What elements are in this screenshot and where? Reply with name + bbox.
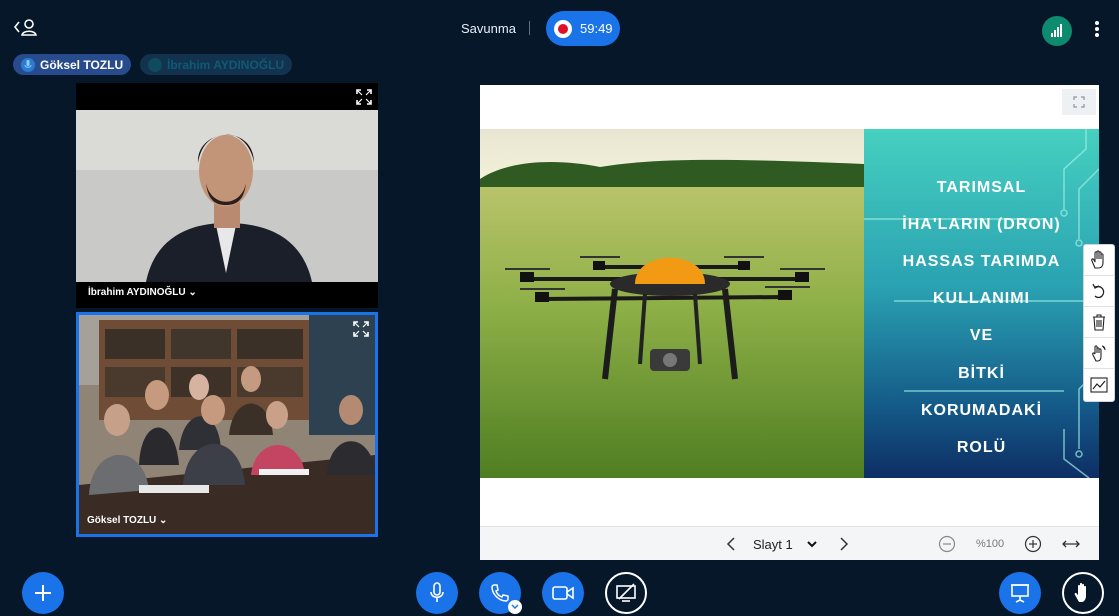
previous-slide-button[interactable] <box>724 536 738 552</box>
pan-hand-icon <box>1091 250 1104 269</box>
audio-options-button[interactable] <box>508 600 522 614</box>
slide-title-panel: TARIMSAL İHA'LARIN (DRON) HASSAS TARIMDA… <box>864 129 1099 478</box>
video-user-label[interactable]: İbrahim AYDINOĞLU ⌄ <box>88 287 197 298</box>
chart-icon <box>1090 376 1108 393</box>
phone-icon <box>491 584 509 602</box>
slide-select[interactable]: Slayt 1 <box>753 535 833 553</box>
expand-icon <box>356 89 372 105</box>
zoom-in-button[interactable] <box>1024 535 1042 553</box>
presentation-icon <box>1011 584 1029 603</box>
connection-status-button[interactable] <box>1042 16 1072 46</box>
user-list-toggle-button[interactable] <box>12 16 40 40</box>
more-vertical-icon <box>1095 21 1099 37</box>
camera-icon <box>552 586 574 600</box>
microphone-icon <box>430 582 444 602</box>
leave-audio-button[interactable] <box>479 572 522 614</box>
options-menu-button[interactable] <box>1090 18 1104 40</box>
slide-title-line: VE <box>969 327 994 344</box>
video-tile-ibrahim[interactable]: İbrahim AYDINOĞLU ⌄ <box>76 83 378 308</box>
undo-icon <box>1092 283 1105 299</box>
trash-icon <box>1093 314 1105 331</box>
mute-button[interactable] <box>416 572 458 614</box>
fullscreen-presentation-button[interactable] <box>1062 89 1096 115</box>
fullscreen-video-button[interactable] <box>353 321 369 337</box>
whiteboard-chart-button[interactable] <box>1084 369 1114 400</box>
presentation-toolbar: Slayt 1 %100 <box>480 526 1099 560</box>
fit-width-button[interactable] <box>1061 537 1081 551</box>
connection-icon <box>1051 24 1062 37</box>
multi-user-button[interactable] <box>1084 338 1114 369</box>
slide-title-line: HASSAS TARIMDA <box>902 253 1061 270</box>
talking-indicator-goksel[interactable]: Göksel TOZLU <box>13 54 132 75</box>
chevron-down-icon <box>807 541 817 548</box>
screen-share-off-icon <box>616 583 636 602</box>
recording-button[interactable]: 59:49 <box>546 11 620 46</box>
clear-annotations-button[interactable] <box>1084 307 1114 338</box>
fit-width-icon <box>1062 540 1080 548</box>
actions-button[interactable] <box>22 572 64 614</box>
talking-indicator-name: Göksel TOZLU <box>40 57 124 72</box>
undo-button[interactable] <box>1084 276 1114 307</box>
title-divider <box>529 21 530 35</box>
talking-indicator-ibrahim[interactable]: İbrahim AYDINOĞLU <box>140 54 293 75</box>
microphone-icon <box>21 57 35 72</box>
zoom-out-button[interactable] <box>938 535 956 553</box>
expand-icon <box>353 321 369 337</box>
video-tile-goksel[interactable]: Göksel TOZLU ⌄ <box>76 312 378 537</box>
raise-hand-button[interactable] <box>1062 572 1104 614</box>
webcam-feed-image <box>79 315 375 534</box>
slide-title-line: TARIMSAL <box>936 179 1027 196</box>
annotation-toolbar <box>1083 244 1115 402</box>
share-webcam-button[interactable] <box>542 572 584 614</box>
screen-share-button[interactable] <box>605 572 647 614</box>
talking-indicator-name: İbrahim AYDINOĞLU <box>167 57 285 72</box>
microphone-icon <box>148 57 162 72</box>
slide-select-label: Slayt 1 <box>753 536 793 552</box>
slide-title-line: KULLANIMI <box>933 290 1030 307</box>
slide-title-line: KORUMADAKİ <box>920 402 1043 419</box>
video-user-label[interactable]: Göksel TOZLU ⌄ <box>87 515 167 526</box>
chevron-right-icon <box>840 537 849 551</box>
zoom-level: %100 <box>976 538 1005 550</box>
webcam-feed-image <box>76 110 378 308</box>
drone-field-photo <box>480 129 864 478</box>
record-icon <box>554 19 572 38</box>
multi-user-pointer-icon <box>1092 345 1106 362</box>
chevron-left-icon <box>726 537 735 551</box>
user-icon <box>13 19 37 36</box>
slide-title-line: İHA'LARIN (DRON) <box>902 216 1061 233</box>
recording-timer: 59:49 <box>580 21 613 36</box>
plus-icon <box>35 585 51 601</box>
chevron-down-icon <box>511 604 519 609</box>
zoom-in-icon <box>1024 535 1042 553</box>
presentation-toggle-button[interactable] <box>999 572 1041 614</box>
slide-title-line: ROLÜ <box>956 439 1007 456</box>
pan-tool-button[interactable] <box>1084 245 1114 276</box>
fullscreen-video-button[interactable] <box>356 89 372 105</box>
expand-icon <box>1073 96 1085 108</box>
meeting-title: Savunma <box>461 21 516 36</box>
zoom-out-icon <box>938 535 956 553</box>
raise-hand-icon <box>1074 582 1086 602</box>
slide-title-line: BİTKİ <box>958 365 1005 382</box>
slide-drone-image <box>480 129 864 478</box>
next-slide-button[interactable] <box>837 536 851 552</box>
presentation-area[interactable]: TARIMSAL İHA'LARIN (DRON) HASSAS TARIMDA… <box>480 85 1099 560</box>
